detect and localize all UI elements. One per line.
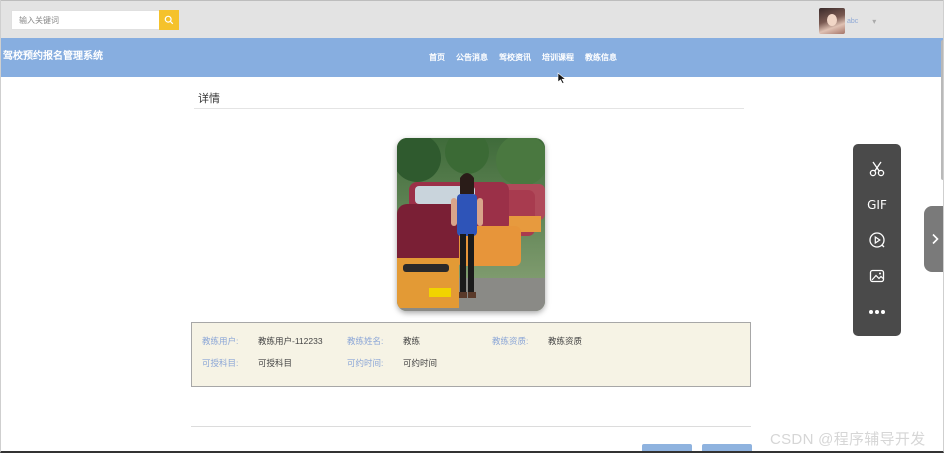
- top-bar: abc ▾: [1, 0, 943, 38]
- field-value: 可约时间: [403, 358, 438, 368]
- field-value: 教练资质: [548, 336, 583, 346]
- available-time-field: 可约时间: 可约时间: [347, 357, 492, 369]
- coach-photo: [397, 138, 545, 311]
- info-row: 可授科目: 可授科目 可约时间: 可约时间: [202, 357, 492, 369]
- mouse-cursor-icon: [557, 72, 567, 84]
- action-button-left[interactable]: [642, 444, 692, 451]
- nav-menu: 首页 公告消息 驾校资讯 培训课程 教练信息: [429, 52, 617, 63]
- field-label: 教练用户:: [202, 336, 239, 346]
- field-label: 可授科目:: [202, 358, 239, 368]
- title-divider: [194, 108, 744, 109]
- field-label: 教练资质:: [492, 336, 529, 346]
- expand-sidebar-button[interactable]: [924, 206, 943, 272]
- more-icon[interactable]: [865, 300, 889, 324]
- chevron-down-icon[interactable]: ▾: [872, 17, 876, 26]
- browser-viewport: abc ▾ 驾校预约报名管理系统 首页 公告消息 驾校资讯 培训课程 教练信息 …: [0, 0, 944, 453]
- search-icon: [164, 15, 174, 25]
- search-input[interactable]: [11, 10, 159, 30]
- search-bar: [11, 10, 179, 30]
- search-button[interactable]: [159, 10, 179, 30]
- field-value: 可授科目: [258, 358, 293, 368]
- coach-name-field: 教练姓名: 教练: [347, 335, 492, 347]
- gif-icon[interactable]: GIF: [865, 193, 889, 217]
- chevron-right-icon: [932, 233, 939, 245]
- floating-capture-toolbar: GIF: [853, 144, 901, 336]
- user-menu[interactable]: abc ▾: [819, 8, 876, 34]
- coach-user-field: 教练用户: 教练用户-112233: [202, 335, 347, 347]
- field-label: 可约时间:: [347, 358, 384, 368]
- username[interactable]: abc: [847, 18, 858, 25]
- coach-qualification-field: 教练资质: 教练资质: [492, 335, 637, 347]
- nav-coach-info[interactable]: 教练信息: [585, 52, 617, 63]
- main-navbar: 驾校预约报名管理系统 首页 公告消息 驾校资讯 培训课程 教练信息: [1, 38, 943, 77]
- field-value: 教练用户-112233: [258, 336, 323, 346]
- nav-home[interactable]: 首页: [429, 52, 445, 63]
- watermark: CSDN @程序辅导开发: [770, 431, 926, 448]
- info-row: 教练用户: 教练用户-112233 教练姓名: 教练 教练资质: 教练资质: [202, 335, 637, 347]
- image-icon[interactable]: [865, 264, 889, 288]
- field-label: 教练姓名:: [347, 336, 384, 346]
- site-brand[interactable]: 驾校预约报名管理系统: [3, 47, 103, 62]
- action-button-right[interactable]: [702, 444, 752, 451]
- avatar[interactable]: [819, 8, 845, 34]
- coach-info-panel: 教练用户: 教练用户-112233 教练姓名: 教练 教练资质: 教练资质 可授…: [191, 322, 751, 387]
- page-title: 详情: [198, 93, 220, 105]
- nav-courses[interactable]: 培训课程: [542, 52, 574, 63]
- subjects-field: 可授科目: 可授科目: [202, 357, 347, 369]
- field-value: 教练: [403, 336, 421, 346]
- nav-school-news[interactable]: 驾校资讯: [499, 52, 531, 63]
- nav-announcements[interactable]: 公告消息: [456, 52, 488, 63]
- section-divider: [191, 426, 751, 427]
- video-record-icon[interactable]: [865, 229, 889, 253]
- scissors-icon[interactable]: [865, 157, 889, 181]
